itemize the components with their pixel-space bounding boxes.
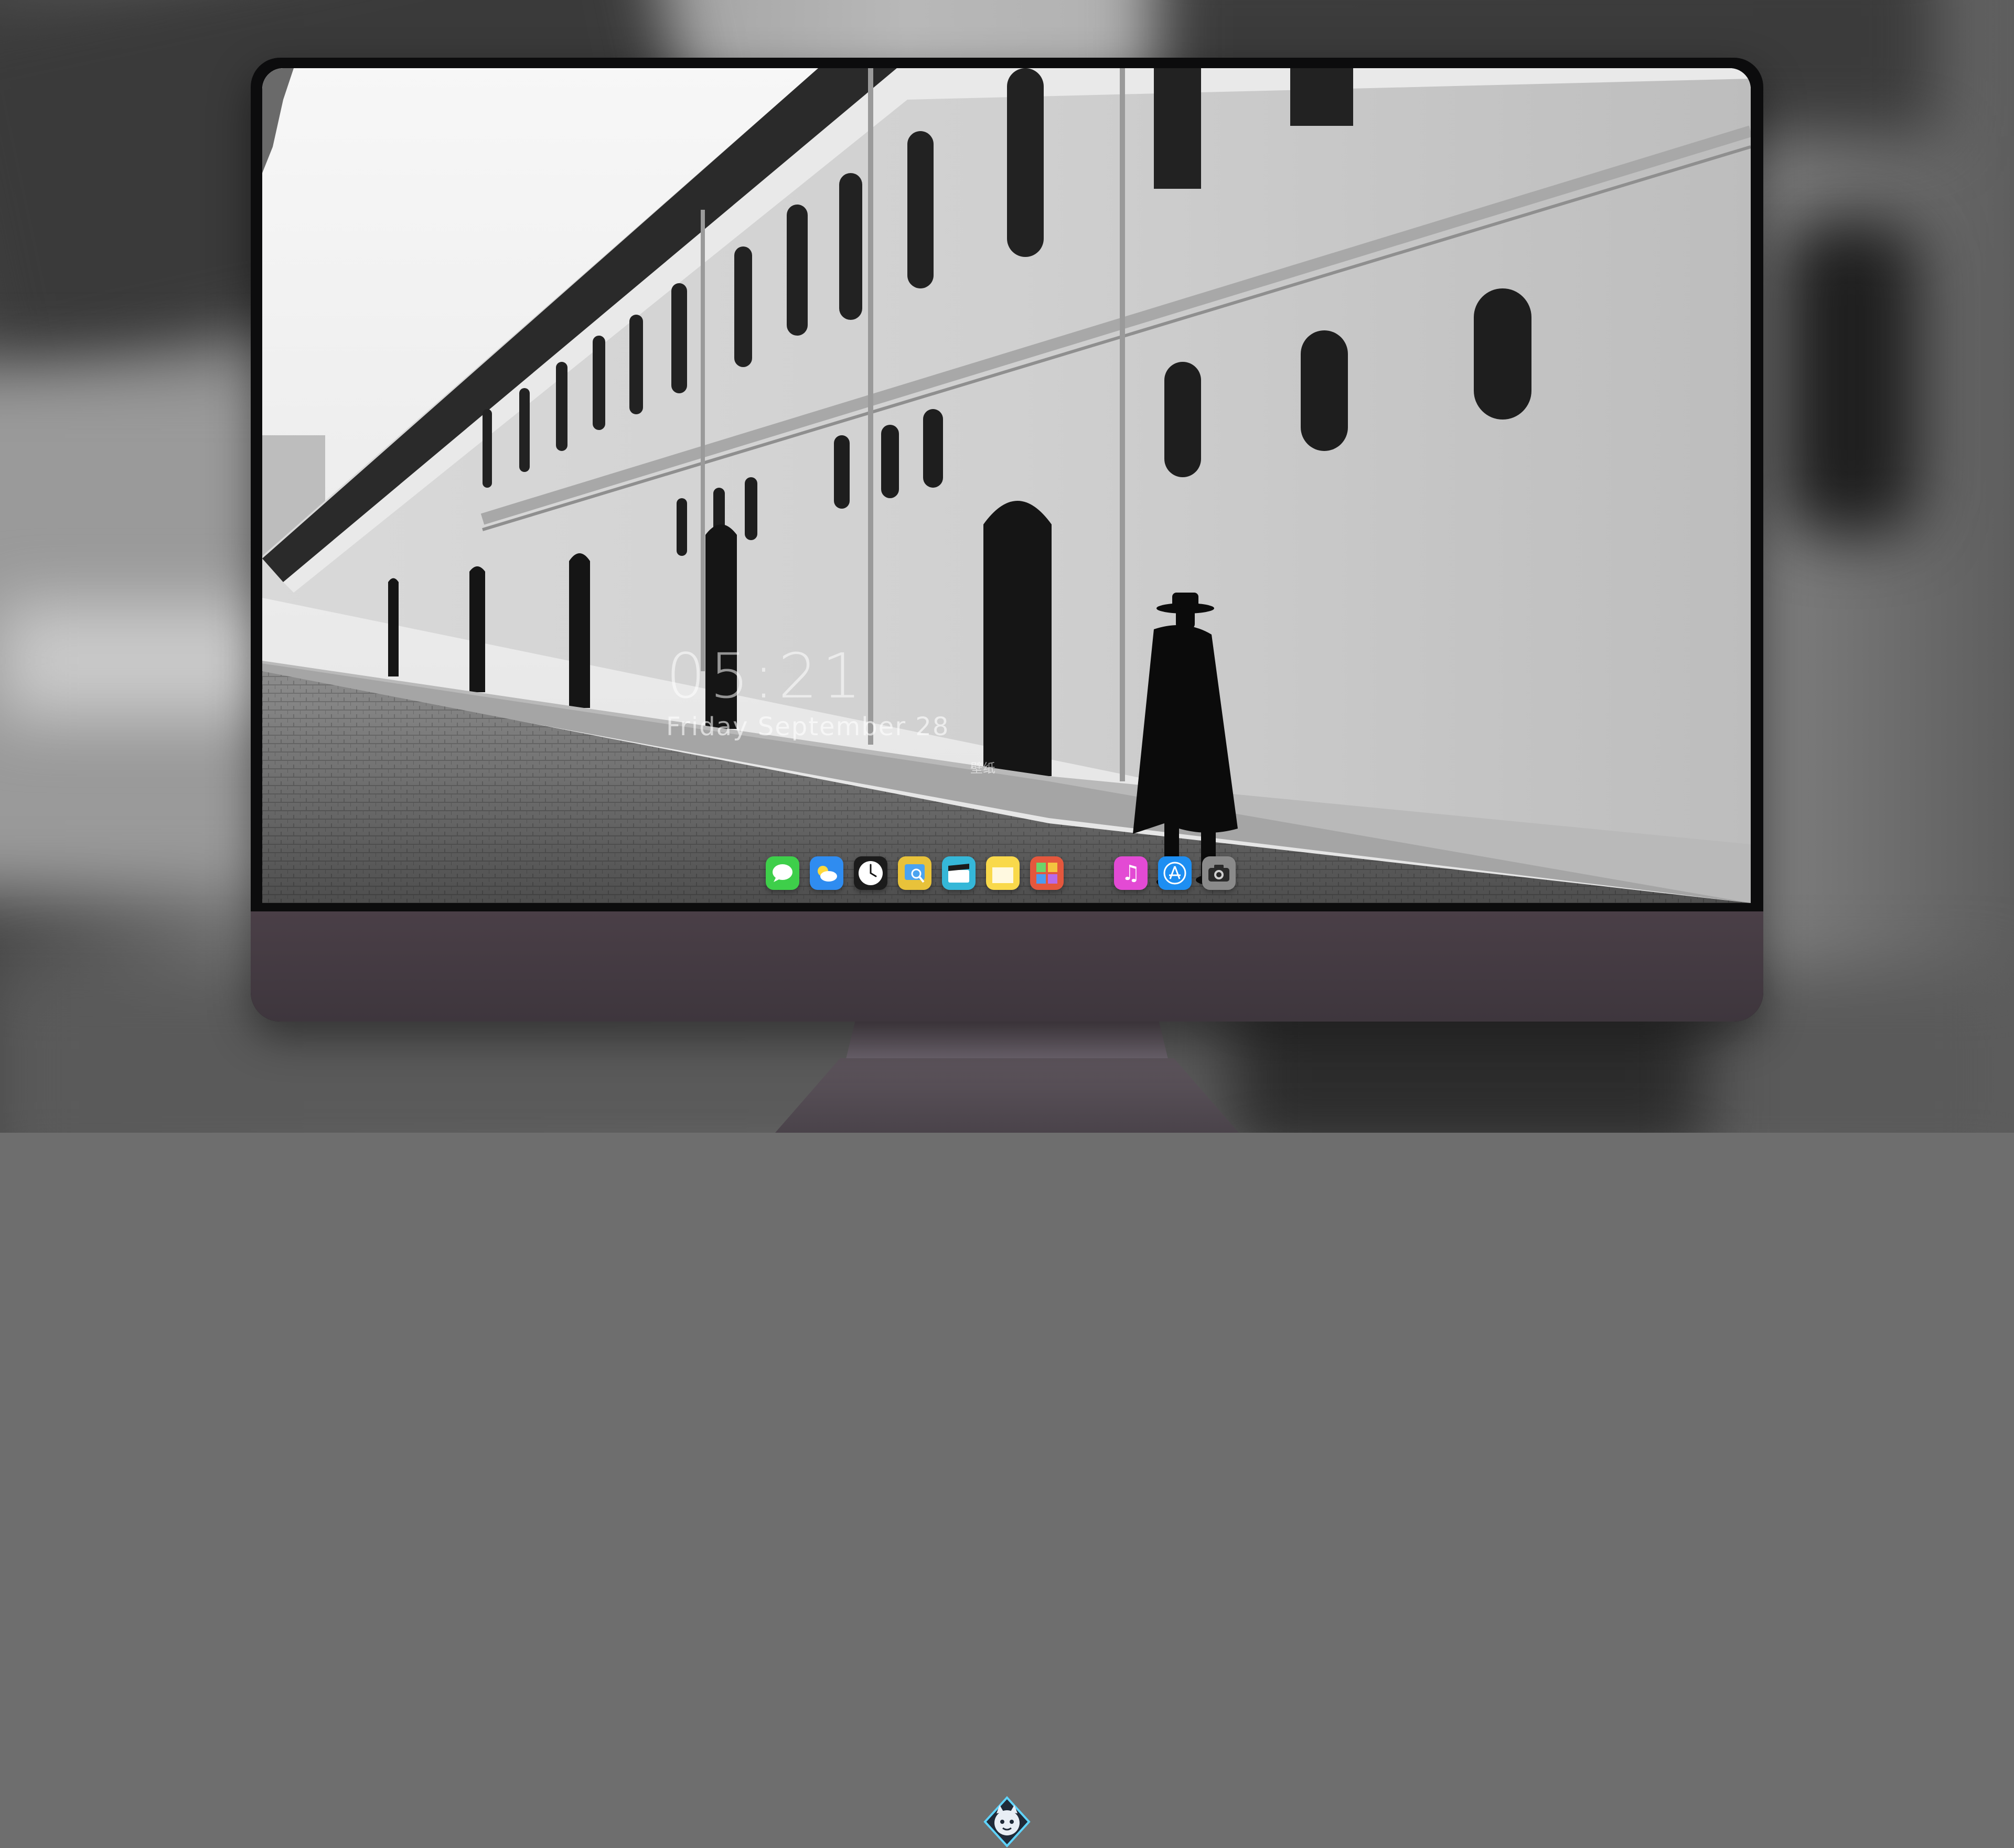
street-wallpaper	[262, 68, 1751, 903]
camera-icon[interactable]	[1202, 856, 1236, 890]
desktop-screen: 05:21 Friday September 28 壁纸	[262, 68, 1751, 903]
lockscreen-clock: 05:21	[666, 640, 866, 712]
music-icon[interactable]: ♫	[1114, 856, 1148, 890]
dock: ♫	[766, 850, 1236, 897]
messages-icon[interactable]	[766, 856, 799, 890]
monitor-chin	[251, 911, 1763, 1847]
monitor-stand-base	[775, 1058, 1239, 1133]
clips-icon[interactable]	[942, 856, 976, 890]
photo-booth-icon[interactable]	[1030, 856, 1064, 890]
weather-icon[interactable]	[810, 856, 843, 890]
preview-icon[interactable]	[898, 856, 931, 890]
mascot-logo-icon	[983, 1796, 1031, 1847]
clock-icon[interactable]	[854, 856, 887, 890]
wallpaper-label[interactable]: 壁纸	[970, 758, 995, 776]
notes-icon[interactable]	[986, 856, 1020, 890]
monitor-stand-neck	[844, 1022, 1170, 1063]
lockscreen-date: Friday September 28	[666, 712, 950, 742]
app-store-icon[interactable]	[1158, 856, 1192, 890]
